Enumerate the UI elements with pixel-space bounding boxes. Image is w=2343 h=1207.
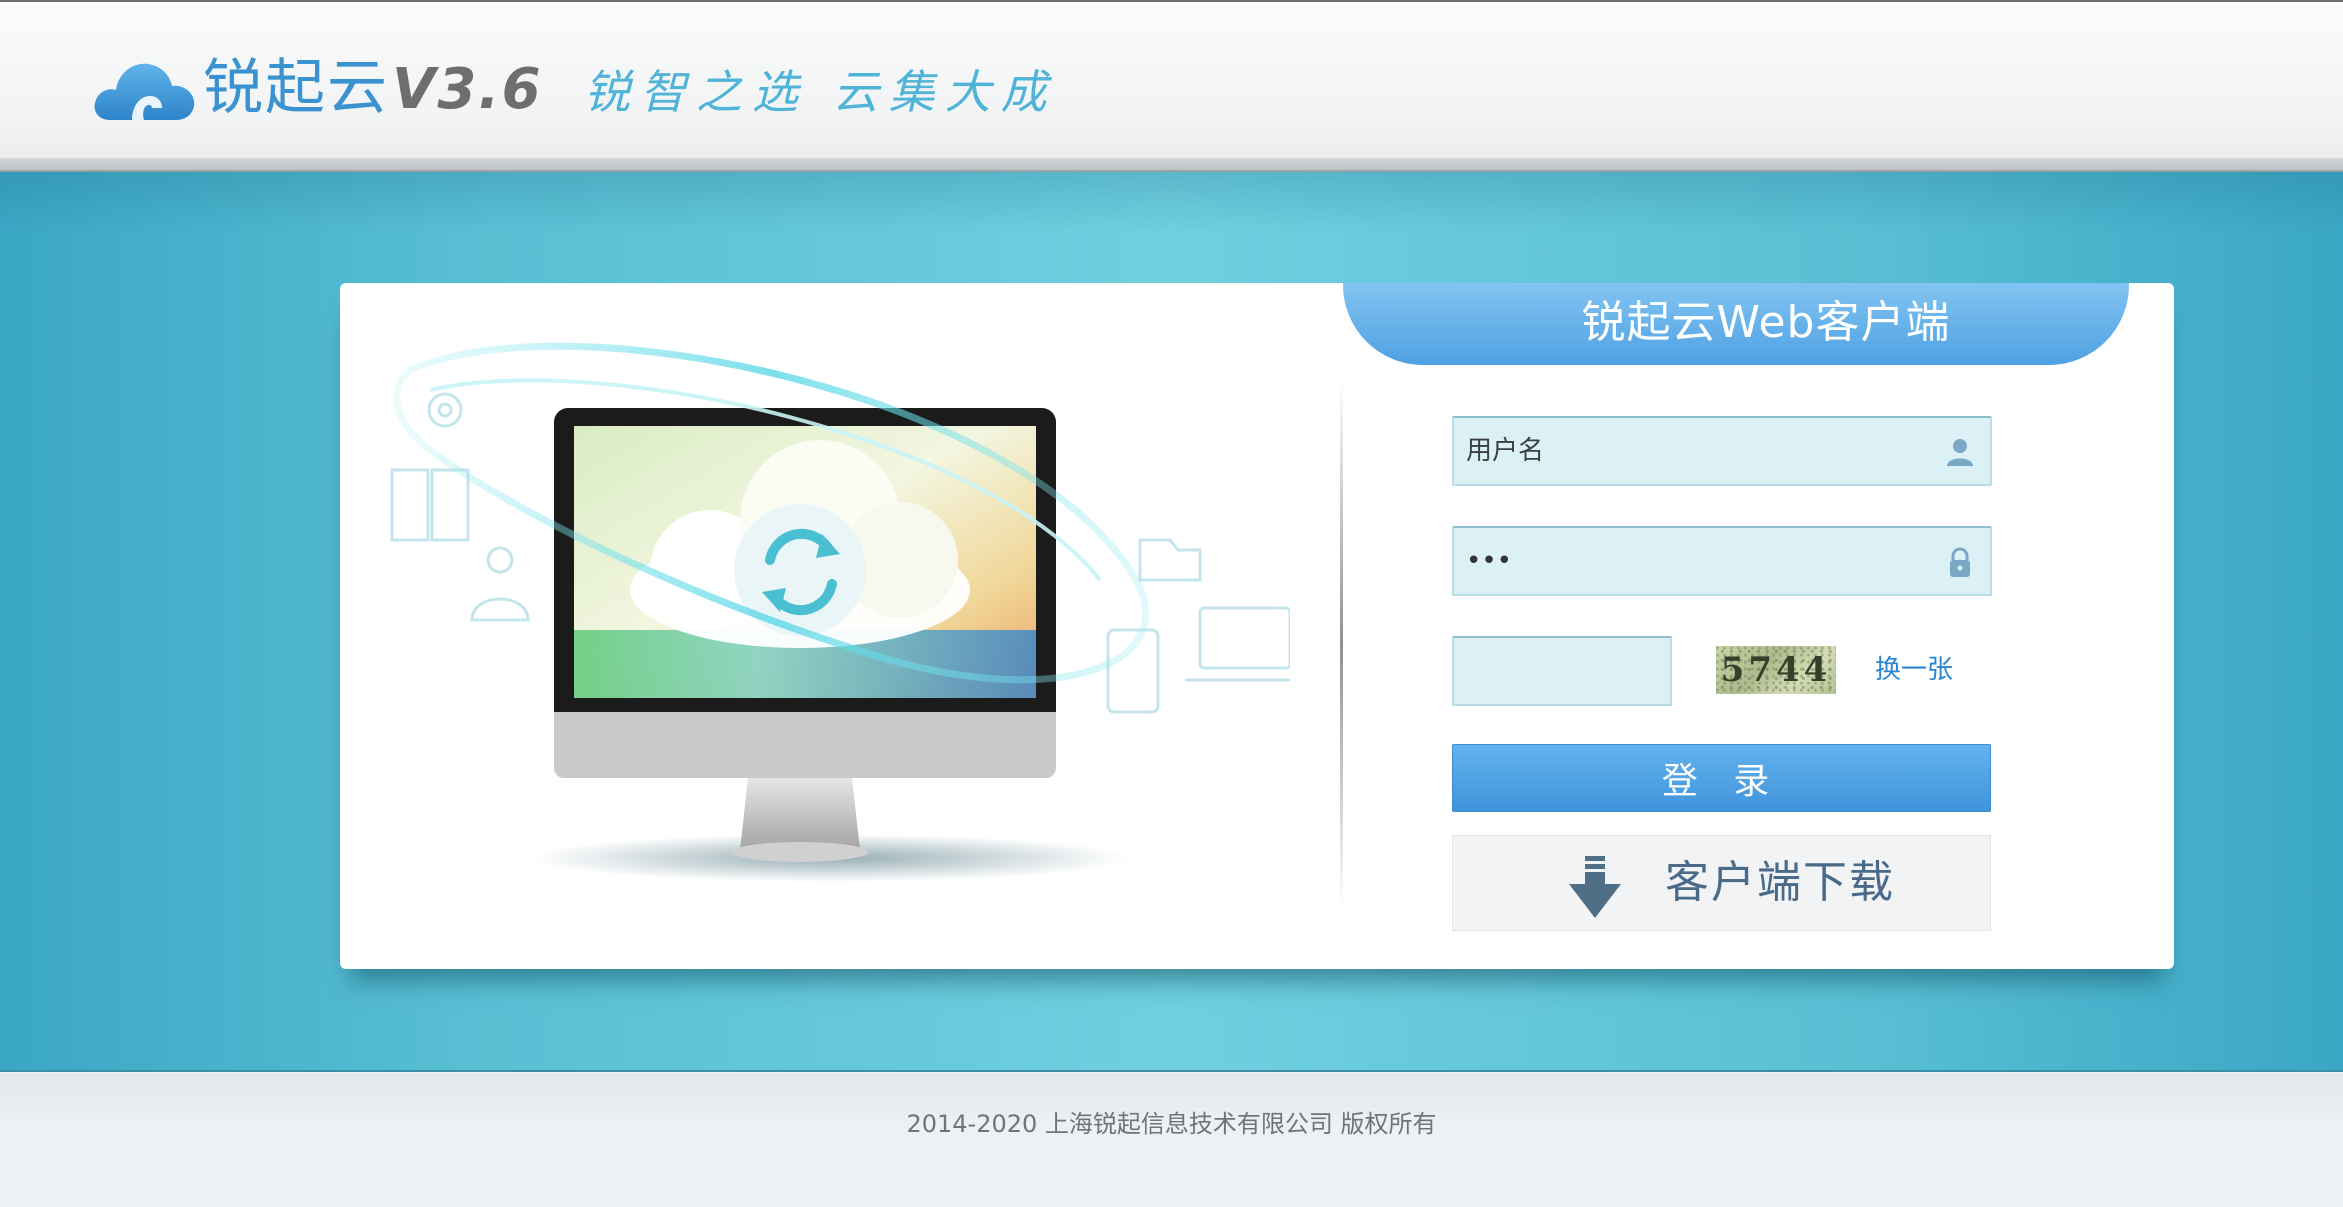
username-field[interactable] <box>1452 416 1992 486</box>
refresh-captcha-link[interactable]: 换一张 <box>1875 650 1953 690</box>
vertical-divider <box>1340 380 1343 910</box>
captcha-image[interactable]: 5744 <box>1716 646 1836 694</box>
username-input[interactable] <box>1466 418 1926 484</box>
cloud-icon <box>94 63 195 120</box>
brand-slogan: 锐智之选 云集大成 <box>584 65 1057 119</box>
version-label: V3.6 <box>392 57 543 122</box>
computer-cloud-illustration <box>390 342 1290 882</box>
user-icon <box>1947 439 1973 466</box>
login-button[interactable]: 登 录 <box>1452 744 1991 812</box>
password-input[interactable] <box>1466 528 1926 594</box>
download-arrow-icon <box>1569 856 1621 918</box>
client-download-label: 客户端下载 <box>1665 857 1895 908</box>
password-field[interactable] <box>1452 526 1992 596</box>
top-header: 锐起云 V3.6 锐智之选 云集大成 <box>0 0 2343 172</box>
lock-icon <box>1950 547 1970 577</box>
copyright-text: 2014-2020 上海锐起信息技术有限公司 版权所有 <box>906 1110 1437 1138</box>
client-download-button[interactable]: 客户端下载 <box>1452 835 1991 931</box>
login-title-tab: 锐起云Web客户端 <box>1343 283 2129 365</box>
brand-name: 锐起云 <box>203 53 389 123</box>
captcha-input[interactable] <box>1452 636 1672 706</box>
